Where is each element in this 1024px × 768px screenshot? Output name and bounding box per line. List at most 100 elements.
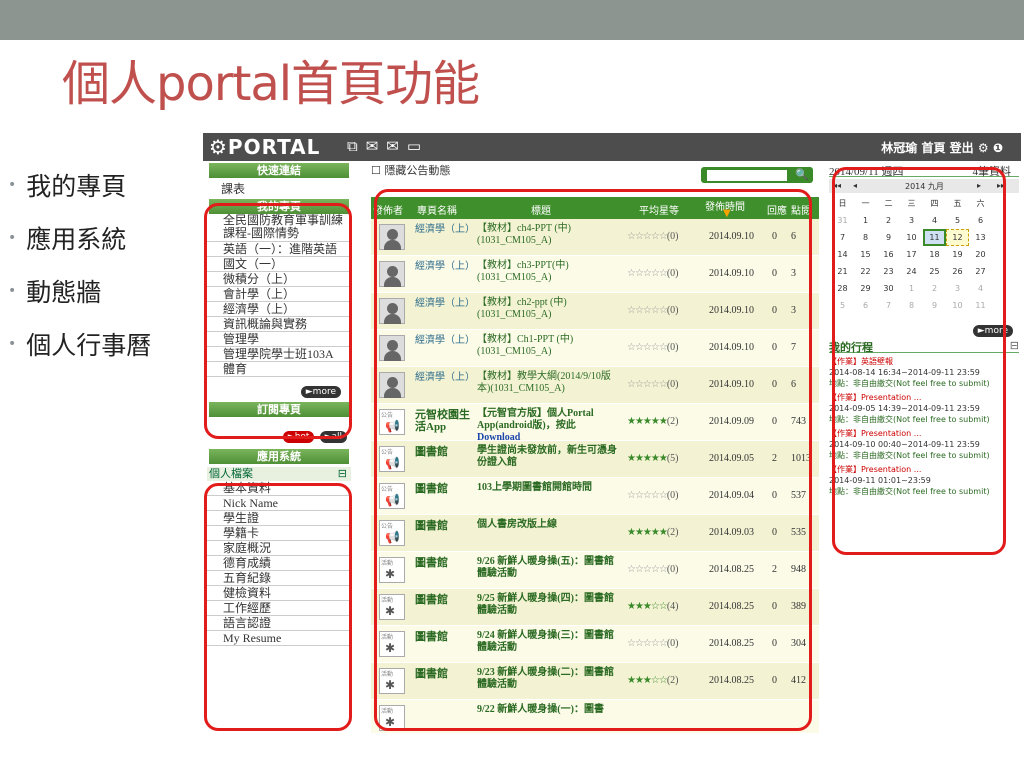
star-rating-icon[interactable]: ☆☆☆☆☆ [627,342,668,353]
calendar-day[interactable]: 3 [900,212,923,229]
post-title[interactable]: 103上學期圖書館開館時間 [477,482,623,494]
wall-row[interactable]: 公告 📢 圖書館 103上學期圖書館開館時間 ☆☆☆☆☆(0) 2014.09.04 0 53… [371,478,819,515]
wall-row[interactable]: 經濟學（上） 【教材】ch2-ppt (中)(1031_CM105_A) ☆☆☆☆☆… [371,293,819,330]
hot-button[interactable]: ►hot [282,431,315,443]
calendar-day[interactable]: 8 [854,229,877,246]
calendar-day[interactable]: 29 [854,280,877,297]
calendar-day[interactable]: 7 [877,297,900,314]
calendar-day[interactable]: 24 [900,263,923,280]
post-title-text[interactable]: 【教材】ch3-PPT(中)(1031_CM105_A) [477,260,569,283]
col-author[interactable]: 發佈者 [373,202,403,217]
calendar-day[interactable]: 21 [831,263,854,280]
post-title-text[interactable]: 學生證尚未發放前，新生可憑身份證入館 [477,445,617,468]
gear-icon[interactable]: ⚙ [978,141,989,155]
app-item[interactable]: 家庭概況 [207,541,351,556]
post-title[interactable]: 9/25 新鮮人暖身操(四)：圖書館體驗活動 [477,593,623,617]
schedule-item[interactable]: 【作業】Presentation ... 2014-09-05 14:39~201… [829,392,1019,425]
search-input[interactable] [707,170,787,181]
page-name[interactable]: 經濟學（上） [415,261,475,273]
wall-row[interactable]: 活動 ✱ 9/22 新鮮人暖身操(一)：圖書 [371,700,819,733]
my-pages-header[interactable]: 我的專頁 [209,199,349,214]
chat-icon[interactable]: ✉ [366,137,387,155]
prev-year-icon[interactable]: ◂◂ [833,181,841,190]
calendar-day[interactable]: 19 [946,246,969,263]
post-title-text[interactable]: 【元智官方版】個人Portal App(android版)，按此 [477,408,594,431]
collapse-icon[interactable]: ⊟ [1010,339,1019,352]
page-name[interactable]: 經濟學（上） [415,224,475,236]
wall-row[interactable]: 活動 ✱ 圖書館 9/26 新鮮人暖身操(五)：圖書館體驗活動 ☆☆☆☆☆(0) 2014… [371,552,819,589]
post-title[interactable]: 9/22 新鮮人暖身操(一)：圖書 [477,704,623,716]
calendar-day[interactable]: 28 [831,280,854,297]
portal-logo[interactable]: ⚙PORTAL [209,135,320,159]
post-title[interactable]: 【教材】ch4-PPT (中)(1031_CM105_A) [477,223,623,247]
calendar-day[interactable]: 14 [831,246,854,263]
calendar-more-button[interactable]: ►more [972,325,1013,337]
page-name[interactable]: 元智校園生活App [415,409,473,433]
post-title[interactable]: 【教材】教學大綱(2014/9/10版本)(1031_CM105_A) [477,371,623,395]
share-icon[interactable]: ⧉ [347,137,366,155]
my-pages-more-button[interactable]: ►more [300,386,341,398]
col-rating[interactable]: 平均星等 [639,202,679,217]
post-title[interactable]: 【教材】ch2-ppt (中)(1031_CM105_A) [477,297,623,321]
calendar-day[interactable]: 11 [923,229,946,246]
star-rating-icon[interactable]: ☆☆☆☆☆ [627,231,668,242]
wall-row[interactable]: 公告 📢 圖書館 個人書房改版上線 ★★★★★(2) 2014.09.03 0 535 [371,515,819,552]
calendar-day[interactable]: 11 [969,297,992,314]
logout-link[interactable]: 登出 [950,141,974,155]
page-name[interactable]: 圖書館 [415,483,473,495]
wall-row[interactable]: 活動 ✱ 圖書館 9/24 新鮮人暖身操(三)：圖書館體驗活動 ☆☆☆☆☆(0) 2014… [371,626,819,663]
wall-row[interactable]: 經濟學（上） 【教材】教學大綱(2014/9/10版本)(1031_CM105_A… [371,367,819,404]
post-title-text[interactable]: 【教材】教學大綱(2014/9/10版本)(1031_CM105_A) [477,371,611,394]
my-page-item[interactable]: 資訊概論與實務 [207,317,351,332]
schedule-title[interactable]: 【作業】Presentation ... [829,428,1019,439]
apps-header[interactable]: 應用系統 [209,449,349,464]
calendar-day[interactable]: 18 [923,246,946,263]
next-year-icon[interactable]: ▸▸ [997,181,1005,190]
search-icon[interactable]: 🔍 [795,167,809,183]
page-name[interactable]: 經濟學（上） [415,298,475,310]
star-rating-icon[interactable]: ☆☆☆☆☆ [627,638,668,649]
post-title[interactable]: 【元智官方版】個人Portal App(android版)，按此 Download [477,408,623,444]
my-page-item[interactable]: 會計學（上） [207,287,351,302]
star-rating-icon[interactable]: ☆☆☆☆☆ [627,490,668,501]
col-page[interactable]: 專頁名稱 [417,202,457,217]
my-page-item[interactable]: 管理學院學士班103A [207,347,351,362]
schedule-title[interactable]: 【作業】Presentation ... [829,392,1019,403]
star-rating-icon[interactable]: ★★★★★ [627,416,668,427]
post-title-text[interactable]: 9/26 新鮮人暖身操(五)：圖書館體驗活動 [477,556,614,579]
sort-desc-icon[interactable]: ▼ [723,208,731,219]
my-page-item[interactable]: 國文（一） [207,257,351,272]
star-rating-icon[interactable]: ★★★☆☆ [627,675,668,686]
post-title[interactable]: 9/26 新鮮人暖身操(五)：圖書館體驗活動 [477,556,623,580]
post-title-text[interactable]: 9/22 新鮮人暖身操(一)：圖書 [477,704,604,715]
quick-links-header[interactable]: 快速連結 [209,163,349,178]
post-title[interactable]: 學生證尚未發放前，新生可憑身份證入館 [477,445,623,469]
post-title[interactable]: 個人書房改版上線 [477,519,623,531]
subscribe-header[interactable]: 訂閱專頁 [209,402,349,417]
page-name[interactable]: 圖書館 [415,446,473,458]
calendar-day[interactable]: 2 [923,280,946,297]
app-item[interactable]: 學籍卡 [207,526,351,541]
app-item[interactable]: Nick Name [207,496,351,511]
post-title[interactable]: 9/24 新鮮人暖身操(三)：圖書館體驗活動 [477,630,623,654]
my-page-item[interactable]: 體育 [207,362,351,377]
calendar-day[interactable]: 2 [877,212,900,229]
calendar-day[interactable]: 26 [946,263,969,280]
calendar-day[interactable]: 3 [946,280,969,297]
calendar-day[interactable]: 6 [854,297,877,314]
my-page-item[interactable]: 經濟學（上） [207,302,351,317]
col-title[interactable]: 標題 [531,202,551,217]
calendar-icon[interactable]: ▭ [407,137,429,155]
page-name[interactable]: 圖書館 [415,557,473,569]
calendar-day[interactable]: 23 [877,263,900,280]
post-title-text[interactable]: 【教材】ch4-PPT (中)(1031_CM105_A) [477,223,571,246]
app-item[interactable]: 德育成績 [207,556,351,571]
wall-row[interactable]: 活動 ✱ 圖書館 9/23 新鮮人暖身操(二)：圖書館體驗活動 ★★★☆☆(2) 2014… [371,663,819,700]
page-name[interactable]: 經濟學（上） [415,372,475,384]
star-rating-icon[interactable]: ☆☆☆☆☆ [627,268,668,279]
calendar-day[interactable]: 20 [969,246,992,263]
star-rating-icon[interactable]: ★★★★★ [627,453,668,464]
post-title-text[interactable]: 個人書房改版上線 [477,519,557,530]
page-name[interactable]: 圖書館 [415,631,473,643]
my-page-item[interactable]: 全民國防教育軍事訓練課程-國際情勢 [207,214,351,242]
